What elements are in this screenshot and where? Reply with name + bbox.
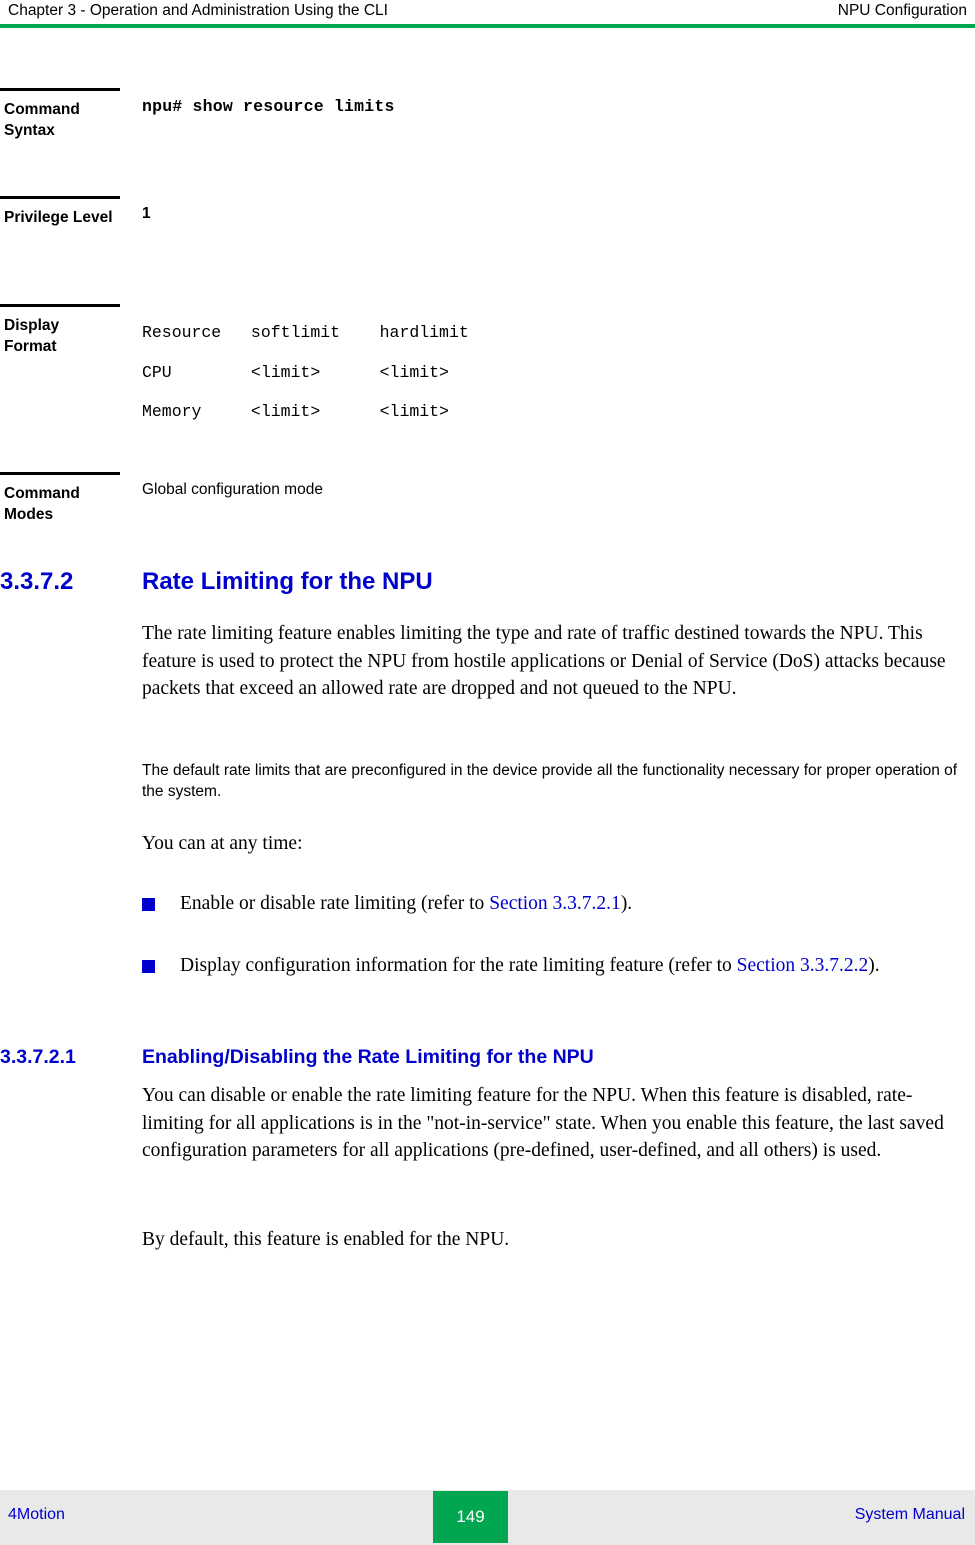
section-number-3-3-7-2-1: 3.3.7.2.1	[0, 1046, 76, 1068]
row-value-display-format: Resource softlimit hardlimit CPU <limit>…	[120, 304, 975, 438]
section-title-3-3-7-2-1: Enabling/Disabling the Rate Limiting for…	[142, 1046, 594, 1068]
bullet-2-text-pre: Display configuration information for th…	[180, 955, 737, 976]
paragraph-you-can-at-any-time: You can at any time:	[142, 833, 303, 854]
paragraph-default-rate-limits-note: The default rate limits that are preconf…	[142, 762, 958, 801]
header-section-title: NPU Configuration	[837, 2, 967, 19]
display-format-line-2: CPU <limit> <limit>	[142, 362, 449, 382]
paragraph-default-enabled: By default, this feature is enabled for …	[142, 1229, 510, 1250]
bullet-square-icon	[142, 960, 155, 973]
row-value-command-modes: Global configuration mode	[120, 472, 975, 505]
header-chapter-title: Chapter 3 - Operation and Administration…	[8, 2, 388, 19]
table-row: Command Syntax npu# show resource limits	[0, 88, 975, 196]
section-title-3-3-7-2: Rate Limiting for the NPU	[142, 568, 433, 595]
page-header: Chapter 3 - Operation and Administration…	[0, 0, 975, 30]
bullet-1-text-post: ).	[620, 893, 633, 914]
bullet-2-link[interactable]: Section 3.3.7.2.2	[737, 955, 869, 976]
table-row: Privilege Level 1	[0, 196, 975, 304]
paragraph-rate-limiting-intro: The rate limiting feature enables limiti…	[142, 623, 946, 700]
display-format-line-3: Memory <limit> <limit>	[142, 402, 449, 422]
row-label-privilege-level: Privilege Level	[0, 196, 120, 235]
header-divider	[0, 24, 975, 28]
paragraph-enable-disable-description: You can disable or enable the rate limit…	[142, 1085, 944, 1162]
command-syntax-text: npu# show resource limits	[142, 97, 395, 116]
document-page: Chapter 3 - Operation and Administration…	[0, 0, 975, 1545]
command-reference-table: Command Syntax npu# show resource limits…	[0, 88, 975, 534]
row-label-command-modes: Command Modes	[0, 472, 120, 531]
footer-manual-name: System Manual	[854, 1506, 965, 1523]
row-value-privilege-level: 1	[120, 196, 975, 229]
display-format-line-1: Resource softlimit hardlimit	[142, 323, 469, 342]
bullet-square-icon	[142, 898, 155, 911]
row-value-command-syntax: npu# show resource limits	[120, 88, 975, 122]
table-row: Command Modes Global configuration mode	[0, 472, 975, 534]
bullet-1-text-pre: Enable or disable rate limiting (refer t…	[180, 893, 490, 914]
bullet-1-link[interactable]: Section 3.3.7.2.1	[489, 893, 621, 914]
row-label-display-format: Display Format	[0, 304, 120, 363]
list-item: Enable or disable rate limiting (refer t…	[142, 890, 962, 918]
footer-product-name: 4Motion	[8, 1506, 65, 1523]
section-number-3-3-7-2: 3.3.7.2	[0, 568, 74, 595]
list-item: Display configuration information for th…	[142, 952, 962, 980]
command-modes-text: Global configuration mode	[142, 481, 323, 498]
privilege-level-text: 1	[142, 205, 151, 222]
table-row: Display Format Resource softlimit hardli…	[0, 304, 975, 472]
row-label-command-syntax: Command Syntax	[0, 88, 120, 147]
bullet-2-text-post: ).	[868, 955, 880, 976]
footer-page-number: 149	[433, 1491, 508, 1543]
